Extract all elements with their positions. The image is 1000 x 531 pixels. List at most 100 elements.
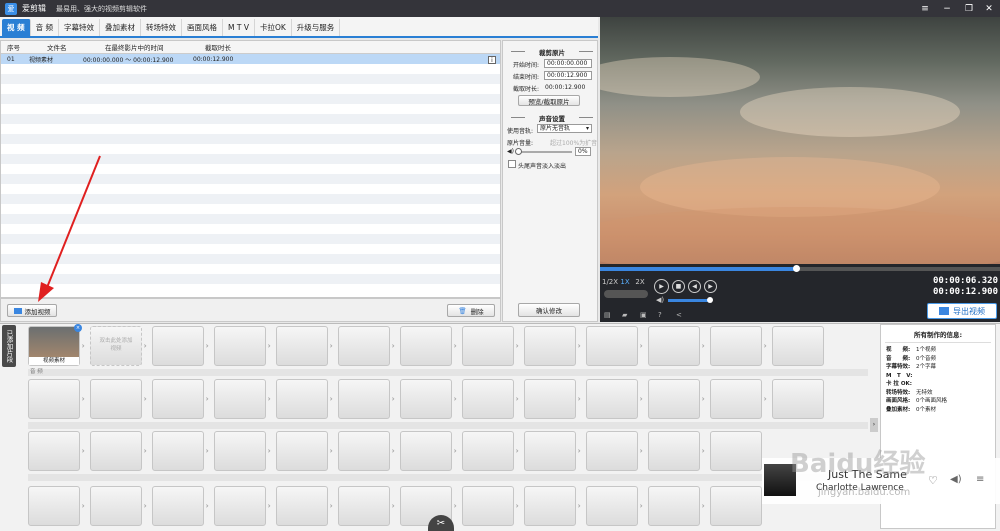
table-row [1, 254, 500, 264]
stop-icon[interactable]: ■ [672, 280, 685, 293]
seek-bar[interactable] [600, 265, 1000, 272]
speed-2x[interactable]: 2X [633, 278, 647, 286]
preview-clip-button[interactable]: 预览/截取原片 [518, 95, 580, 106]
remove-clip-icon[interactable]: × [74, 324, 82, 332]
share-icon[interactable]: < [676, 311, 686, 320]
clip-list-header: 序号 文件名 在最终影片中的时间 截取时长 [1, 41, 500, 54]
empty-slot [338, 486, 390, 526]
clip-section-title: 裁剪原片 [509, 47, 595, 57]
start-time-input[interactable]: 00:00:00.000 [544, 59, 592, 68]
empty-slot [338, 379, 390, 419]
end-time-input[interactable]: 00:00:12.900 [544, 71, 592, 80]
export-video-button[interactable]: 导出视频 [927, 303, 997, 319]
empty-slot [276, 486, 328, 526]
tab-mtv[interactable]: M T V [223, 19, 255, 36]
info-value: 0个素材 [916, 406, 936, 413]
watermark-url: jingyan.baidu.com [818, 487, 911, 498]
prev-frame-icon[interactable]: ◀ [688, 280, 701, 293]
export-icon [939, 307, 949, 315]
close-button[interactable]: ✕ [978, 0, 1000, 17]
restore-button[interactable]: ❐ [958, 0, 980, 17]
table-row [1, 184, 500, 194]
lane-divider [28, 422, 868, 429]
trash-icon: 🗑 [458, 306, 467, 315]
seek-knob[interactable] [793, 265, 800, 272]
volume-label: 原片音量: [507, 140, 534, 147]
volume-icon[interactable]: ◀) [950, 474, 962, 485]
menu-icon[interactable]: ≡ [914, 0, 936, 17]
table-row[interactable]: 01 视频素材 00:00:00.000 ～ 00:00:12.900 00:0… [1, 54, 500, 64]
table-row [1, 134, 500, 144]
table-row [1, 64, 500, 74]
tab-upgrade[interactable]: 升级与服务 [292, 19, 341, 36]
volume-slider-knob[interactable] [515, 148, 522, 155]
tab-video[interactable]: 视 频 [2, 19, 31, 36]
delete-button[interactable]: 🗑 删除 [447, 304, 495, 317]
clip-list: 序号 文件名 在最终影片中的时间 截取时长 01 视频素材 00:00:00.0… [0, 40, 501, 298]
clip-thumbnail[interactable]: 视频素材 × [28, 324, 82, 366]
info-key: 卡 拉 OK: [886, 381, 912, 388]
tab-transitions[interactable]: 转场特效 [141, 19, 183, 36]
clip-list-footer: 添加视频 🗑 删除 [0, 298, 501, 322]
col-filename: 文件名 [47, 44, 67, 52]
empty-slot [276, 431, 328, 471]
tab-styles[interactable]: 画面风格 [182, 19, 224, 36]
play-icon[interactable]: ▶ [654, 279, 669, 294]
table-row [1, 154, 500, 164]
volume-input[interactable]: 0% [575, 147, 591, 156]
info-row: 字幕特效: 2个字幕 [881, 362, 995, 371]
collapse-info-icon[interactable]: › [870, 418, 878, 432]
tab-subtitle-effects[interactable]: 字幕特效 [59, 19, 101, 36]
col-no: 序号 [7, 44, 20, 52]
confirm-button[interactable]: 确认修改 [518, 303, 580, 317]
tab-audio[interactable]: 音 频 [31, 19, 60, 36]
info-row: 视 频: 1个视频 [881, 345, 995, 354]
speed-half[interactable]: 1/2X [602, 278, 618, 286]
tab-overlay[interactable]: 叠加素材 [100, 19, 142, 36]
info-key: 转场特效: [886, 389, 911, 396]
player-volume-slider[interactable] [668, 297, 713, 303]
empty-slot [276, 379, 328, 419]
volume-slider[interactable] [515, 148, 572, 155]
export-label: 导出视频 [953, 306, 985, 316]
add-clip-slot[interactable]: 双击此处添加视频 [90, 326, 142, 366]
added-clips-tab[interactable]: 已添加片段 [2, 325, 16, 367]
minimize-button[interactable]: − [936, 0, 958, 17]
folder-icon[interactable]: ▰ [622, 311, 632, 320]
help-icon[interactable]: ? [658, 311, 668, 320]
table-row [1, 274, 500, 284]
empty-slot [214, 486, 266, 526]
speed-1x[interactable]: 1X [618, 278, 632, 286]
delete-label: 删除 [470, 307, 484, 316]
empty-slot [648, 326, 700, 366]
info-row: 叠加素材: 0个素材 [881, 405, 995, 414]
main-tab-bar: 视 频 音 频 字幕特效 叠加素材 转场特效 画面风格 M T V 卡拉OK 升… [0, 17, 598, 38]
col-duration: 截取时长 [205, 44, 231, 52]
video-preview[interactable] [600, 17, 1000, 264]
next-frame-icon[interactable]: ▶ [704, 280, 717, 293]
track-select[interactable]: 原片无音轨 ▾ [537, 124, 592, 133]
add-video-button[interactable]: 添加视频 [7, 304, 57, 317]
empty-slot [462, 431, 514, 471]
disk-icon[interactable]: ▣ [640, 311, 650, 320]
empty-slot [462, 379, 514, 419]
list-icon[interactable]: ≡ [976, 474, 984, 485]
save-icon[interactable]: ▤ [604, 311, 614, 320]
speed-slider[interactable] [604, 290, 648, 298]
total-time: 00:00:12.900 [932, 287, 998, 297]
app-logo-icon: 爱 [5, 2, 17, 15]
speaker-icon[interactable]: ◀) [656, 296, 664, 304]
app-title: 爱剪辑 [22, 4, 46, 13]
row-name: 视频素材 [29, 56, 54, 64]
heart-icon[interactable]: ♡ [928, 474, 938, 487]
info-key: 字幕特效: [886, 364, 911, 371]
volume-hint: 超过100%为扩音 [550, 140, 598, 147]
player-volume-knob[interactable] [707, 297, 713, 303]
time-display: 00:00:06.320 00:00:12.900 [926, 276, 998, 298]
tab-karaoke[interactable]: 卡拉OK [255, 19, 292, 36]
empty-slot [524, 379, 576, 419]
info-icon[interactable]: i [488, 56, 496, 64]
fade-checkbox[interactable] [508, 160, 516, 168]
empty-slot [152, 431, 204, 471]
table-row [1, 74, 500, 84]
